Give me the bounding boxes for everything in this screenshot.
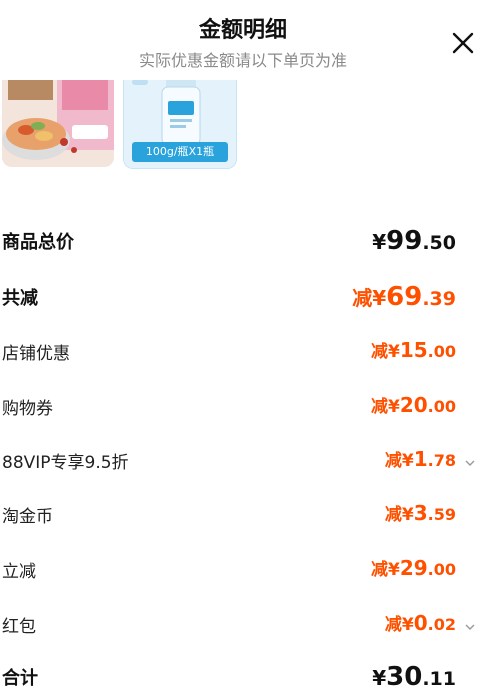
red-packet-amount: 减¥0.02 — [385, 610, 456, 635]
instant-discount-row: 立减 减¥29.00 — [0, 549, 486, 589]
red-packet-label: 红包 — [2, 617, 36, 637]
discount-prefix: 减 — [370, 397, 388, 417]
sheet-header: 金额明细 实际优惠金额请以下单页为准 — [0, 0, 486, 80]
sheet-subtitle: 实际优惠金额请以下单页为准 — [138, 51, 347, 70]
product-thumbnails: 100g/瓶X1瓶 — [0, 80, 486, 175]
currency-symbol: ¥ — [372, 230, 387, 254]
red-packet-row[interactable]: 红包 减¥0.02 — [0, 604, 486, 644]
amount-decimal: .00 — [427, 397, 456, 416]
total-label: 合计 — [2, 668, 38, 689]
amount-decimal: .78 — [427, 451, 456, 470]
amount-decimal: .50 — [422, 232, 456, 254]
currency-symbol: ¥ — [387, 560, 400, 580]
subtotal-row: 商品总价 ¥99.50 — [0, 220, 486, 260]
coupon-row: 购物券 减¥20.00 — [0, 386, 486, 426]
instant-discount-label: 立减 — [2, 562, 36, 582]
taojinbi-row: 淘金币 减¥3.59 — [0, 494, 486, 534]
amount-integer: 20 — [399, 393, 428, 417]
discount-prefix: 减 — [352, 286, 373, 310]
bottle-product-image[interactable]: 100g/瓶X1瓶 — [123, 80, 237, 169]
discount-prefix: 减 — [384, 615, 402, 635]
shop-discount-row: 店铺优惠 减¥15.00 — [0, 331, 486, 371]
amount-decimal: .59 — [427, 505, 456, 524]
sheet-title: 金额明细 — [198, 18, 287, 43]
chevron-down-icon[interactable] — [464, 454, 476, 466]
amount-decimal: .00 — [427, 560, 456, 579]
total-discount-label: 共减 — [2, 288, 38, 309]
taojinbi-label: 淘金币 — [2, 507, 53, 527]
subtotal-amount: ¥99.50 — [372, 226, 456, 256]
amount-integer: 30 — [386, 662, 423, 692]
shop-discount-label: 店铺优惠 — [2, 344, 70, 364]
amount-integer: 1 — [413, 447, 428, 471]
coupon-amount: 减¥20.00 — [371, 392, 456, 417]
amount-integer: 69 — [386, 282, 423, 312]
amount-integer: 29 — [399, 556, 428, 580]
amount-decimal: .02 — [427, 615, 456, 634]
total-amount: ¥30.11 — [372, 662, 456, 692]
vip-discount-amount: 减¥1.78 — [385, 446, 456, 471]
currency-symbol: ¥ — [372, 666, 387, 690]
currency-symbol: ¥ — [401, 615, 414, 635]
total-discount-row: 共减 减¥69.39 — [0, 276, 486, 316]
currency-symbol: ¥ — [387, 397, 400, 417]
vip-discount-label: 88VIP专享9.5折 — [2, 453, 129, 473]
currency-symbol: ¥ — [401, 505, 414, 525]
amount-decimal: .11 — [422, 668, 456, 690]
total-discount-amount: 减¥69.39 — [352, 282, 456, 312]
close-icon[interactable] — [449, 29, 477, 57]
currency-symbol: ¥ — [372, 286, 387, 310]
chevron-down-icon[interactable] — [464, 618, 476, 630]
discount-prefix: 减 — [384, 505, 402, 525]
instant-discount-amount: 减¥29.00 — [371, 555, 456, 580]
coupon-label: 购物券 — [2, 399, 53, 419]
subtotal-label: 商品总价 — [2, 232, 74, 253]
discount-prefix: 减 — [370, 560, 388, 580]
taojinbi-amount: 减¥3.59 — [385, 500, 456, 525]
vip-discount-row[interactable]: 88VIP专享9.5折 减¥1.78 — [0, 440, 486, 480]
total-row: 合计 ¥30.11 — [0, 656, 486, 696]
discount-prefix: 减 — [384, 451, 402, 471]
noodle-product-image[interactable] — [2, 80, 114, 167]
amount-integer: 15 — [399, 338, 428, 362]
shop-discount-amount: 减¥15.00 — [371, 337, 456, 362]
amount-integer: 99 — [386, 226, 423, 256]
amount-integer: 0 — [413, 611, 428, 635]
amount-decimal: .00 — [427, 342, 456, 361]
amount-decimal: .39 — [422, 288, 456, 310]
product-quantity-label: 100g/瓶X1瓶 — [132, 142, 228, 162]
currency-symbol: ¥ — [401, 451, 414, 471]
amount-integer: 3 — [413, 501, 428, 525]
currency-symbol: ¥ — [387, 342, 400, 362]
discount-prefix: 减 — [370, 342, 388, 362]
